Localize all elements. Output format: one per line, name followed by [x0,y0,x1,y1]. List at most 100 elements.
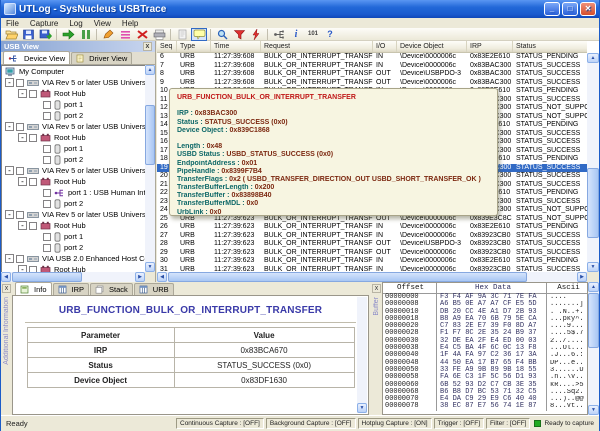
trigger-icon[interactable] [248,28,264,41]
tree-checkbox[interactable] [43,189,51,197]
tree-item[interactable]: port 1 [2,99,145,110]
log-scroll-right-icon[interactable]: ▶ [577,272,587,282]
tree-item[interactable]: -Root Hub [2,132,145,143]
tab-driver-view[interactable]: Driver View [71,52,132,64]
minimize-button[interactable]: _ [544,2,560,16]
tree-checkbox[interactable] [16,211,24,219]
tree-item[interactable]: -Root Hub [2,220,145,231]
buffer-vscroll-thumb[interactable] [588,293,599,348]
tree-expand-icon[interactable]: - [18,221,27,230]
detail-vscrollbar[interactable]: ▼ [357,297,367,413]
tree-checkbox[interactable] [16,79,24,87]
menu-item-view[interactable]: View [94,19,111,28]
comment-icon[interactable] [100,28,116,41]
menu-item-help[interactable]: Help [122,19,138,28]
tree-expand-icon[interactable]: - [5,210,14,219]
tree-item[interactable]: port 2 [2,198,145,209]
column-header-deviceobject[interactable]: Device Object [397,41,467,52]
detail-scroll-down-icon[interactable]: ▼ [357,403,367,413]
save-file-icon[interactable] [20,28,36,41]
clear-list-icon[interactable] [117,28,133,41]
column-header-type[interactable]: Type [177,41,211,52]
tooltip-toggle-icon[interactable] [191,28,207,41]
buffer-scroll-down-icon[interactable]: ▼ [588,405,599,415]
tree-expand-icon[interactable]: - [18,177,27,186]
column-header-seq[interactable]: Seq [157,41,177,52]
menu-item-log[interactable]: Log [69,19,82,28]
tree-item[interactable]: port 1 [2,231,145,242]
log-row[interactable]: 7URB11:27:39:608BULK_OR_INTERRUPT_TRANSF… [157,62,587,71]
tree-checkbox[interactable] [29,222,37,230]
log-vscrollbar[interactable]: ▲ ▼ [587,53,599,272]
log-row[interactable]: 28URB11:27:39:623BULK_OR_INTERRUPT_TRANS… [157,240,587,249]
tree-checkbox[interactable] [43,156,51,164]
tab-info[interactable]: Info [15,282,52,295]
log-row[interactable]: 30URB11:27:39:623BULK_OR_INTERRUPT_TRANS… [157,257,587,266]
tab-device-view[interactable]: Device View [3,51,70,64]
tree-item[interactable]: port 2 [2,242,145,253]
tree-vscrollbar[interactable]: ▲ ▼ [145,65,155,272]
tree-checkbox[interactable] [43,233,51,241]
tree-item[interactable]: port 1 : USB Human Interface D [2,187,145,198]
column-header-io[interactable]: I/O [373,41,397,52]
column-header-status[interactable]: Status [513,41,587,52]
log-scroll-down-icon[interactable]: ▼ [587,262,599,272]
tree-scroll-up-icon[interactable]: ▲ [145,65,155,75]
log-row[interactable]: 6URB11:27:39:608BULK_OR_INTERRUPT_TRANSF… [157,53,587,62]
log-hscroll-thumb[interactable] [168,272,527,282]
report-icon[interactable] [174,28,190,41]
additional-info-close-icon[interactable]: x [2,284,11,293]
tree-scroll-left-icon[interactable]: ◀ [1,272,11,282]
tree-expand-icon[interactable]: - [18,265,27,272]
tree-expand-icon[interactable]: - [5,166,14,175]
tab-stack[interactable]: Stack [90,283,133,295]
usb-view-close-icon[interactable]: x [143,42,152,51]
filter-icon[interactable] [231,28,247,41]
search-icon[interactable] [214,28,230,41]
tree-item[interactable]: port 1 [2,143,145,154]
raw-view-icon[interactable]: 101 [305,28,321,41]
pause-capture-icon[interactable] [77,28,93,41]
tree-checkbox[interactable] [29,178,37,186]
log-hscrollbar[interactable]: ◀ ▶ [157,272,587,282]
tree-scroll-down-icon[interactable]: ▼ [145,262,155,272]
column-header-irp[interactable]: IRP [467,41,513,52]
tree-item[interactable]: -Root Hub [2,264,145,272]
log-row[interactable]: 29URB11:27:39:623BULK_OR_INTERRUPT_TRANS… [157,249,587,258]
log-row[interactable]: 8URB11:27:39:608BULK_OR_INTERRUPT_TRANSF… [157,70,587,79]
log-scroll-left-icon[interactable]: ◀ [157,272,167,282]
log-row[interactable]: 9URB11:27:39:608BULK_OR_INTERRUPT_TRANSF… [157,79,587,88]
close-button[interactable]: ✕ [580,2,596,16]
tab-irp[interactable]: IRP [53,283,90,295]
column-header-time[interactable]: Time [211,41,261,52]
export-file-icon[interactable] [37,28,53,41]
help-icon[interactable]: ? [322,28,338,41]
buffer-scroll-up-icon[interactable]: ▲ [588,282,599,292]
tree-checkbox[interactable] [43,200,51,208]
log-row[interactable]: 26URB11:27:39:623BULK_OR_INTERRUPT_TRANS… [157,223,587,232]
tree-item[interactable]: port 2 [2,110,145,121]
tree-expand-icon[interactable]: - [5,122,14,131]
tree-checkbox[interactable] [43,145,51,153]
log-vscroll-thumb[interactable] [587,168,599,238]
info-icon[interactable]: i [288,28,304,41]
tree-item[interactable]: -VIA Rev 5 or later USB Universal Host C [2,77,145,88]
buffer-close-icon[interactable]: x [372,284,381,293]
tree-scroll-right-icon[interactable]: ▶ [135,272,145,282]
maximize-button[interactable]: □ [562,2,578,16]
tree-item[interactable]: -Root Hub [2,176,145,187]
start-capture-icon[interactable] [60,28,76,41]
tree-hscrollbar[interactable]: ◀ ▶ [1,272,145,282]
tree-item[interactable]: -VIA Rev 5 or later USB Universal Host C [2,165,145,176]
buffer-vscrollbar[interactable]: ▲ ▼ [588,282,599,415]
print-icon[interactable] [151,28,167,41]
tree-checkbox[interactable] [29,134,37,142]
column-header-request[interactable]: Request [261,41,373,52]
log-scroll-up-icon[interactable]: ▲ [587,53,599,63]
tree-checkbox[interactable] [43,101,51,109]
log-row[interactable]: 27URB11:27:39:623BULK_OR_INTERRUPT_TRANS… [157,232,587,241]
tree-hscroll-thumb[interactable] [12,272,82,282]
tree-expand-icon[interactable]: - [18,89,27,98]
tree-expand-icon[interactable]: - [18,133,27,142]
usb-devices-icon[interactable] [271,28,287,41]
